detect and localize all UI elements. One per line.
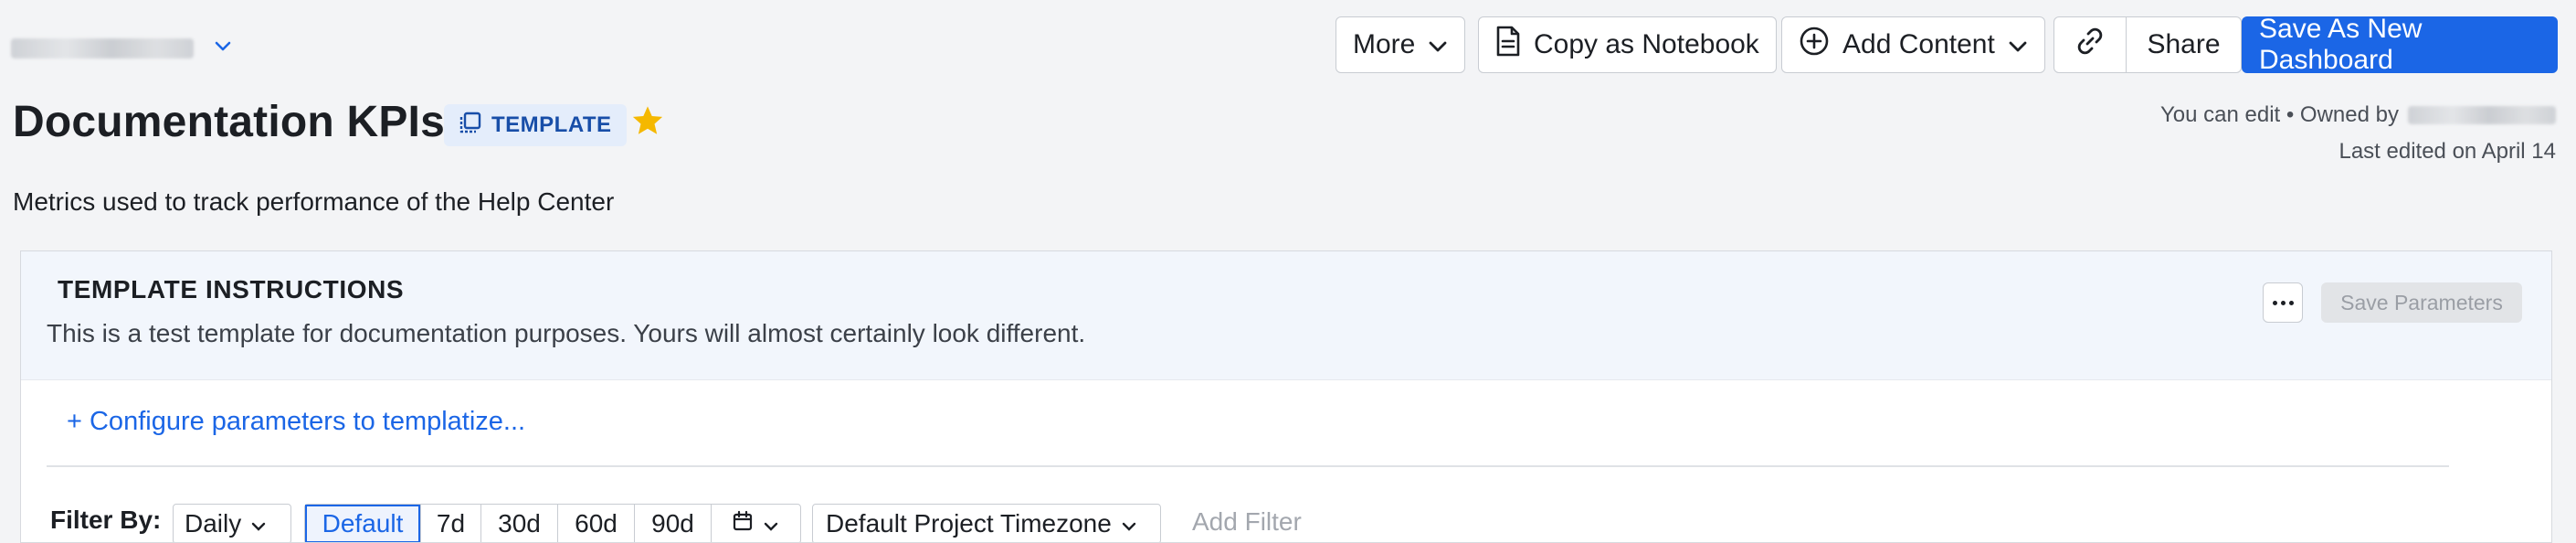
add-content-label: Add Content: [1842, 29, 1995, 59]
copy-as-notebook-label: Copy as Notebook: [1534, 29, 1759, 59]
range-option-7d[interactable]: 7d: [420, 505, 480, 542]
chevron-down-icon: [250, 509, 267, 538]
template-badge: TEMPLATE: [444, 104, 627, 146]
add-content-button[interactable]: Add Content: [1781, 16, 2045, 73]
template-instructions-text: This is a test template for documentatio…: [47, 319, 1086, 347]
share-button-label: Share: [2147, 29, 2221, 59]
save-parameters-button[interactable]: Save Parameters: [2321, 282, 2522, 323]
favorite-star-icon[interactable]: [630, 104, 665, 142]
range-option-90d[interactable]: 90d: [634, 505, 711, 542]
more-button[interactable]: More: [1336, 16, 1466, 73]
dot-icon: [2288, 300, 2294, 305]
range-option-30d[interactable]: 30d: [480, 505, 557, 542]
more-button-label: More: [1353, 29, 1416, 59]
copy-link-button[interactable]: [2054, 17, 2126, 72]
dashboard-description: Metrics used to track performance of the…: [13, 187, 615, 216]
copy-as-notebook-button[interactable]: Copy as Notebook: [1478, 16, 1777, 73]
calendar-icon: [732, 509, 754, 538]
custom-date-button[interactable]: [711, 505, 798, 542]
timezone-select[interactable]: Default Project Timezone: [812, 504, 1161, 542]
chevron-down-icon: [1121, 509, 1137, 538]
range-option-60d[interactable]: 60d: [557, 505, 634, 542]
template-badge-label: TEMPLATE: [491, 112, 612, 137]
interval-select-value: Daily: [185, 509, 242, 538]
date-range-options: Default 7d 30d 60d 90d: [305, 505, 798, 542]
add-filter-button[interactable]: Add Filter: [1192, 507, 1302, 537]
configure-parameters-link[interactable]: + Configure parameters to templatize...: [67, 407, 525, 437]
link-icon: [2075, 26, 2106, 64]
project-name-redacted: [11, 38, 194, 59]
template-instructions-heading: TEMPLATE INSTRUCTIONS: [58, 275, 405, 303]
chevron-down-icon[interactable]: [214, 40, 232, 58]
template-icon: [459, 111, 482, 141]
date-range-selector: Default 7d 30d 60d 90d: [304, 504, 801, 542]
owner-name-redacted: [2408, 106, 2556, 124]
filter-by-label: Filter By:: [50, 506, 162, 534]
breadcrumb[interactable]: [11, 38, 232, 59]
more-options-button[interactable]: [2263, 282, 2303, 323]
page-title: Documentation KPIs: [13, 98, 445, 146]
interval-select[interactable]: Daily: [173, 504, 291, 542]
share-button[interactable]: Share: [2126, 17, 2241, 72]
dot-icon: [2272, 300, 2277, 305]
template-instructions: TEMPLATE INSTRUCTIONS This is a test tem…: [21, 251, 2551, 380]
save-as-new-dashboard-label: Save As New Dashboard: [2259, 14, 2423, 75]
timezone-select-value: Default Project Timezone: [826, 509, 1112, 538]
divider: [47, 465, 2449, 467]
share-button-group: Share: [2053, 16, 2242, 73]
save-as-new-dashboard-button[interactable]: Save As New Dashboard: [2242, 14, 2558, 75]
chevron-down-icon: [2008, 29, 2028, 60]
ownership-text: You can edit • Owned by: [2159, 102, 2399, 127]
dot-icon: [2280, 300, 2286, 305]
last-edited-text: Last edited on April 14: [2338, 139, 2556, 164]
template-panel: TEMPLATE INSTRUCTIONS This is a test tem…: [20, 250, 2552, 543]
ownership-info: You can edit • Owned by: [2160, 102, 2556, 128]
plus-circle-icon: [1799, 26, 1830, 64]
chevron-down-icon: [763, 509, 779, 538]
document-icon: [1495, 26, 1521, 64]
range-option-default[interactable]: Default: [305, 505, 420, 542]
chevron-down-icon: [1428, 29, 1448, 60]
